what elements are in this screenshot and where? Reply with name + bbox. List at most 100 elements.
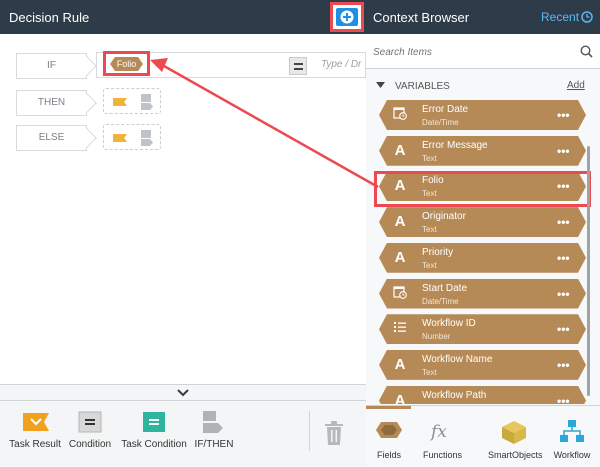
variable-type: Date/Time bbox=[422, 296, 459, 306]
condition-tool[interactable]: Condition bbox=[67, 411, 113, 450]
else-drop-slot[interactable] bbox=[103, 124, 161, 150]
if-then-icon bbox=[141, 139, 153, 146]
text-icon: A bbox=[394, 355, 406, 373]
chevron-down-icon bbox=[177, 389, 189, 397]
variable-name: Start Date bbox=[422, 282, 468, 294]
variable-type: Text bbox=[422, 367, 437, 377]
panel-title: Context Browser bbox=[373, 10, 470, 25]
tab-label: Functions bbox=[423, 450, 463, 460]
text-icon: A bbox=[394, 177, 406, 195]
more-options-button[interactable]: ••• bbox=[557, 322, 570, 336]
active-tab-indicator bbox=[366, 406, 411, 409]
more-options-button[interactable]: ••• bbox=[557, 108, 570, 122]
then-label: THEN bbox=[16, 90, 87, 116]
search-icon[interactable] bbox=[580, 45, 593, 58]
equals-icon-bar bbox=[294, 68, 303, 70]
task-result-icon bbox=[113, 98, 127, 106]
tool-label: Task Result bbox=[9, 439, 61, 450]
task-result-tool[interactable]: Task Result bbox=[8, 411, 62, 450]
number-list-icon bbox=[393, 320, 407, 338]
clock-icon[interactable] bbox=[581, 11, 593, 23]
tab-workflow[interactable]: Workflow bbox=[549, 420, 595, 460]
variable-type: Text bbox=[422, 153, 437, 163]
tab-label: Workflow bbox=[553, 450, 591, 460]
toolbar-divider bbox=[309, 411, 310, 451]
more-options-button[interactable]: ••• bbox=[557, 287, 570, 301]
more-options-button[interactable]: ••• bbox=[557, 215, 570, 229]
variable-type: Text bbox=[422, 260, 437, 270]
panel-title: Decision Rule bbox=[9, 10, 90, 25]
rule-canvas: IF THEN ELSE Type / Dr bbox=[0, 34, 366, 384]
variable-item[interactable]: Start Date Date/Time ••• bbox=[379, 279, 586, 309]
variable-type: Text bbox=[422, 189, 437, 199]
condition-icon bbox=[141, 94, 151, 102]
more-options-button[interactable]: ••• bbox=[557, 251, 570, 265]
rule-toolbar: Task Result Condition Task Condition IF/… bbox=[0, 400, 366, 467]
else-label: ELSE bbox=[16, 125, 87, 151]
calendar-clock-icon bbox=[393, 106, 407, 124]
equals-icon bbox=[294, 63, 303, 65]
variable-name: Workflow Path bbox=[422, 389, 487, 401]
recent-link[interactable]: Recent bbox=[541, 10, 579, 24]
variable-item[interactable]: A Workflow Name Text ••• bbox=[379, 350, 586, 380]
text-icon: A bbox=[394, 141, 406, 159]
tab-label: SmartObjects bbox=[488, 450, 543, 460]
svg-text:fx: fx bbox=[429, 422, 447, 442]
variable-item[interactable]: A Folio Text ••• bbox=[379, 171, 586, 201]
more-options-button[interactable]: ••• bbox=[557, 394, 570, 404]
add-button[interactable] bbox=[330, 2, 364, 32]
if-then-icon bbox=[141, 103, 153, 110]
variable-type: Number bbox=[422, 332, 451, 342]
tool-label: Task Condition bbox=[121, 439, 187, 450]
workflow-icon bbox=[559, 420, 585, 444]
more-options-button[interactable]: ••• bbox=[557, 179, 570, 193]
search-input[interactable] bbox=[373, 44, 563, 60]
variable-type: Text bbox=[422, 225, 437, 235]
section-title: VARIABLES bbox=[395, 81, 450, 92]
more-options-button[interactable]: ••• bbox=[557, 358, 570, 372]
variable-name: Error Date bbox=[422, 104, 469, 115]
add-icon bbox=[336, 8, 358, 26]
decision-rule-panel: Decision Rule IF THEN ELSE Type / Dr Tas… bbox=[0, 0, 366, 467]
context-browser-header: Context Browser Recent bbox=[366, 0, 600, 34]
decision-rule-header: Decision Rule bbox=[0, 0, 366, 34]
tool-label: IF/THEN bbox=[194, 439, 234, 450]
tab-smartobjects[interactable]: SmartObjects bbox=[488, 420, 543, 460]
context-browser-panel: Context Browser Recent VARIABLES Add Err… bbox=[366, 0, 600, 467]
variable-item[interactable]: A Error Message Text ••• bbox=[379, 136, 586, 166]
if-label: IF bbox=[16, 53, 87, 79]
if-token-highlight: Folio bbox=[103, 51, 150, 76]
calendar-clock-icon bbox=[393, 285, 407, 303]
variable-item[interactable]: A Originator Text ••• bbox=[379, 207, 586, 237]
if-then-tool[interactable]: IF/THEN bbox=[194, 411, 234, 450]
tab-fields[interactable]: Fields bbox=[374, 420, 404, 460]
variable-list-scrollbar[interactable] bbox=[587, 146, 590, 396]
collapse-toolbar-button[interactable] bbox=[0, 384, 366, 400]
text-icon: A bbox=[394, 248, 406, 266]
task-condition-tool[interactable]: Task Condition bbox=[120, 411, 188, 450]
variable-name: Workflow ID bbox=[422, 318, 476, 330]
value-placeholder[interactable]: Type / Dr bbox=[321, 59, 361, 70]
text-icon: A bbox=[394, 213, 406, 231]
more-options-button[interactable]: ••• bbox=[557, 144, 570, 158]
search-bar bbox=[366, 34, 600, 69]
variable-item[interactable]: Workflow ID Number ••• bbox=[379, 314, 586, 344]
then-drop-slot[interactable] bbox=[103, 88, 161, 114]
variable-type: Date/Time bbox=[422, 118, 459, 127]
variable-item[interactable]: A Workflow Path ••• bbox=[379, 386, 586, 404]
equals-operator-button[interactable] bbox=[289, 57, 307, 75]
cube-icon bbox=[501, 420, 527, 444]
variable-name: Folio bbox=[422, 175, 444, 187]
variable-name: Workflow Name bbox=[422, 353, 493, 365]
tab-functions[interactable]: fx Functions bbox=[423, 420, 463, 460]
task-result-icon bbox=[113, 134, 127, 142]
folio-token[interactable]: Folio bbox=[110, 57, 143, 71]
variable-list: Error Date Date/Time ••• A Error Message Text… bbox=[366, 100, 600, 404]
tool-label: Condition bbox=[68, 439, 112, 450]
delete-button[interactable] bbox=[324, 421, 346, 447]
variable-name: Priority bbox=[422, 246, 454, 258]
chevron-down-icon[interactable] bbox=[376, 82, 385, 88]
variable-item[interactable]: A Priority Text ••• bbox=[379, 243, 586, 273]
variable-item[interactable]: Error Date Date/Time ••• bbox=[379, 100, 586, 130]
add-variable-link[interactable]: Add bbox=[567, 80, 585, 91]
